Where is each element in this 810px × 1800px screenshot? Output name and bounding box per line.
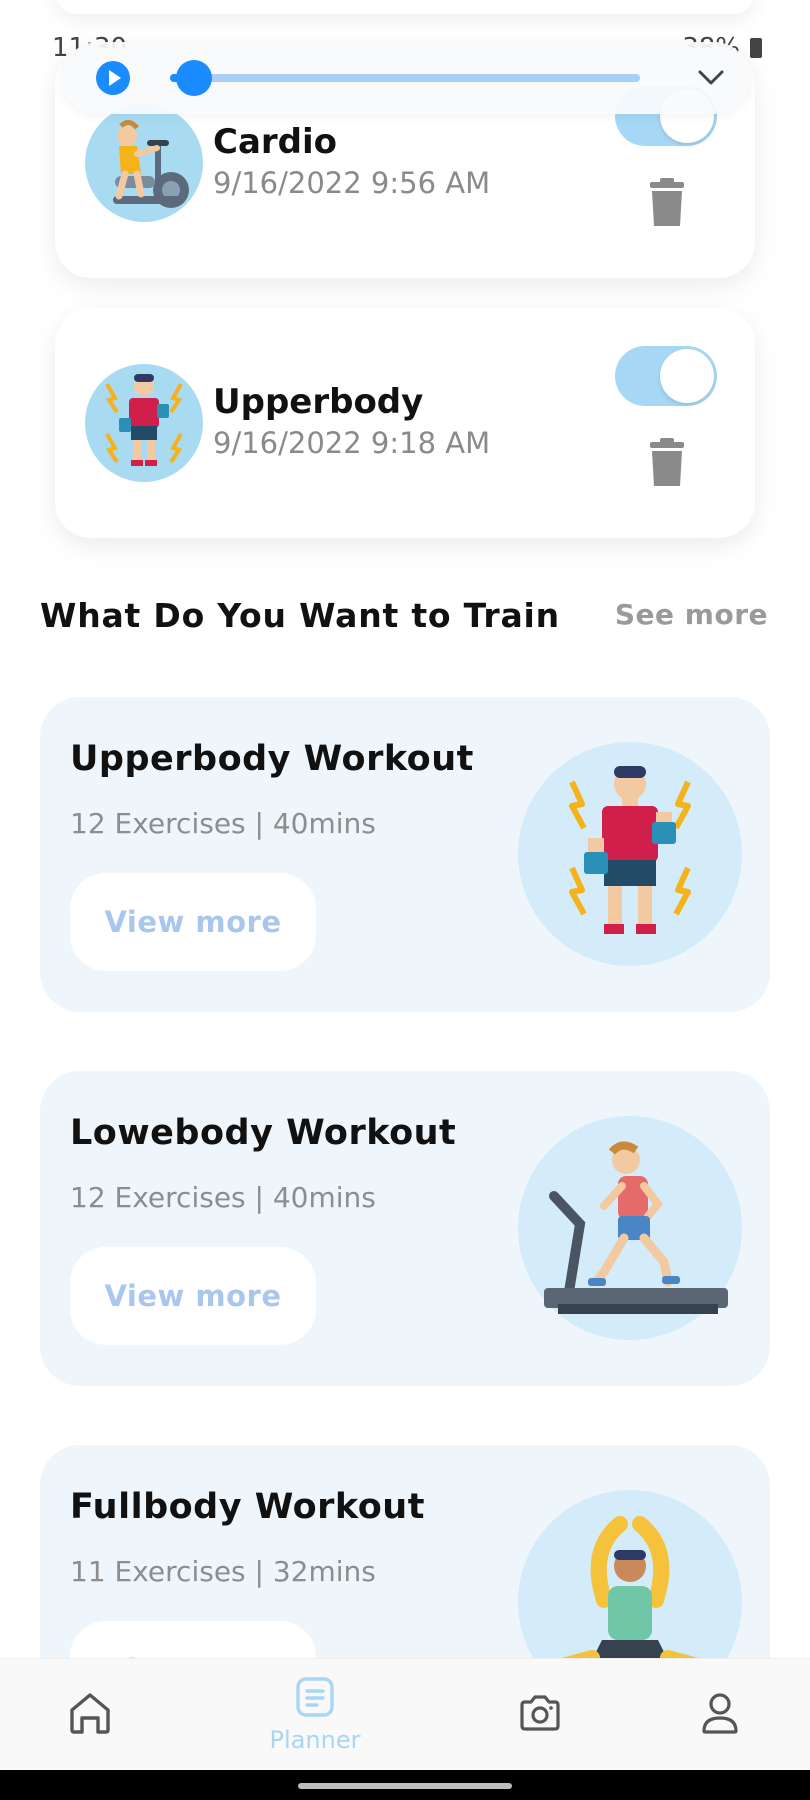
toggle-thumb xyxy=(660,349,714,403)
workout-card[interactable]: Lowebody Workout 12 Exercises | 40mins V… xyxy=(40,1071,770,1386)
dumbbell-man-icon xyxy=(85,364,203,482)
workout-date: 9/16/2022 9:56 AM xyxy=(213,166,491,200)
workout-card[interactable]: Upperbody Workout 12 Exercises | 40mins … xyxy=(40,697,770,1012)
workout-card-subtitle: 12 Exercises | 40mins xyxy=(70,1181,376,1214)
nav-home[interactable] xyxy=(40,1659,140,1771)
nav-planner[interactable]: Planner xyxy=(250,1659,380,1771)
planner-icon xyxy=(295,1676,335,1722)
system-navigation-bar xyxy=(0,1770,810,1800)
trash-icon[interactable] xyxy=(647,438,687,488)
workout-name: Upperbody xyxy=(213,382,424,422)
home-icon xyxy=(67,1690,113,1740)
profile-icon xyxy=(700,1691,740,1739)
media-progress-handle[interactable] xyxy=(175,60,212,96)
previous-workout-card-edge xyxy=(55,0,755,14)
dumbbell-man-icon xyxy=(518,742,742,966)
camera-icon xyxy=(518,1693,562,1737)
recent-workout-card[interactable]: Upperbody 9/16/2022 9:18 AM xyxy=(55,308,755,538)
nav-planner-label: Planner xyxy=(269,1726,361,1754)
workout-name: Cardio xyxy=(213,122,338,162)
battery-icon xyxy=(750,38,762,58)
workout-card-title: Lowebody Workout xyxy=(70,1113,457,1153)
home-gesture-pill[interactable] xyxy=(298,1783,512,1789)
view-more-button[interactable]: View more xyxy=(70,873,316,971)
workout-toggle[interactable] xyxy=(615,346,717,406)
view-more-button[interactable]: View more xyxy=(70,1247,316,1345)
section-title: What Do You Want to Train xyxy=(40,596,560,635)
bottom-navigation: Planner xyxy=(0,1658,810,1770)
workout-card-subtitle: 11 Exercises | 32mins xyxy=(70,1555,376,1588)
see-more-link[interactable]: See more xyxy=(615,598,768,631)
workout-card-title: Fullbody Workout xyxy=(70,1487,425,1527)
nav-camera[interactable] xyxy=(490,1659,590,1771)
workout-card-title: Upperbody Workout xyxy=(70,739,474,779)
chevron-down-icon[interactable] xyxy=(696,63,726,93)
workout-card-subtitle: 12 Exercises | 40mins xyxy=(70,807,376,840)
exercise-bike-icon xyxy=(85,104,203,222)
media-player xyxy=(62,42,750,114)
play-icon xyxy=(109,70,121,86)
workout-date: 9/16/2022 9:18 AM xyxy=(213,426,491,460)
media-progress-bar[interactable] xyxy=(170,60,640,96)
nav-profile[interactable] xyxy=(670,1659,770,1771)
play-button[interactable] xyxy=(96,61,130,95)
trash-icon[interactable] xyxy=(647,178,687,228)
treadmill-runner-icon xyxy=(518,1116,742,1340)
